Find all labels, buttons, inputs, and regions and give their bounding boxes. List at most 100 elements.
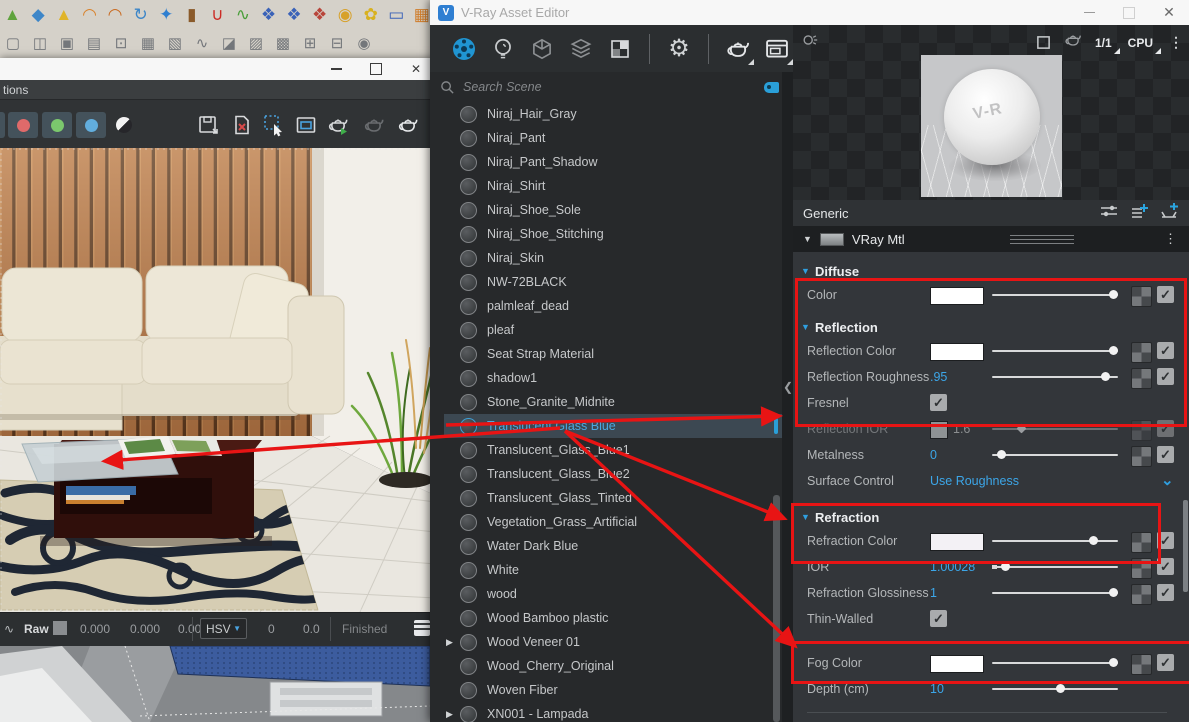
- slider[interactable]: [992, 376, 1118, 378]
- geometry-tab-button[interactable]: [528, 35, 556, 63]
- copy-rotate-tool-icon[interactable]: ❖: [286, 6, 303, 23]
- window-tool3-icon[interactable]: ▣: [58, 36, 76, 51]
- filter-toggle-icon[interactable]: [764, 82, 779, 93]
- star-tool-icon[interactable]: ✦: [158, 6, 175, 23]
- material-list-item[interactable]: Water Dark Blue: [444, 534, 782, 558]
- param-value[interactable]: .95: [930, 370, 947, 384]
- slider-handle[interactable]: [1109, 658, 1118, 667]
- vfb-render-interactive-button[interactable]: [326, 113, 350, 137]
- material-list-item[interactable]: Wood Bamboo plastic: [444, 606, 782, 630]
- window-tool4-icon[interactable]: ▤: [85, 36, 103, 51]
- drag-grip-icon[interactable]: [1010, 235, 1074, 244]
- material-list-item[interactable]: Wood_Cherry_Original: [444, 654, 782, 678]
- layers-tab-button[interactable]: [567, 35, 595, 63]
- color-curve-icon[interactable]: ∿: [4, 622, 14, 636]
- vfb-red-channel-button[interactable]: [8, 112, 38, 138]
- grid-minus-icon[interactable]: ⊟: [328, 36, 346, 51]
- enable-checkbox[interactable]: ✓: [1157, 286, 1174, 303]
- preview-size-icon[interactable]: [1036, 35, 1051, 50]
- add-layer-icon[interactable]: [1129, 202, 1149, 225]
- enable-checkbox[interactable]: ✓: [1157, 446, 1174, 463]
- vfb-maximize-button[interactable]: [356, 58, 396, 80]
- material-list-scrollbar[interactable]: [773, 495, 780, 722]
- material-list-item[interactable]: ▶XN001 - Lampada: [444, 702, 782, 722]
- param-value[interactable]: 1.00028: [930, 560, 975, 574]
- slider-handle[interactable]: [1089, 536, 1098, 545]
- section-header-refraction[interactable]: ▼Refraction: [793, 506, 1189, 528]
- slider[interactable]: [992, 566, 1118, 568]
- texture-map-button[interactable]: [1131, 368, 1152, 389]
- render-options-arrow[interactable]: [748, 59, 754, 65]
- render-button[interactable]: [724, 35, 752, 63]
- slider-handle[interactable]: [1101, 372, 1110, 381]
- vfb-channel-partial-button[interactable]: [0, 112, 5, 138]
- vfb-tab-label[interactable]: tions: [3, 83, 28, 97]
- texture-map-button[interactable]: [1131, 286, 1152, 307]
- grid-tool-icon[interactable]: ▦: [414, 6, 431, 23]
- slider-handle[interactable]: [997, 450, 1006, 459]
- param-value[interactable]: 1.6: [953, 422, 970, 436]
- param-value[interactable]: 10: [930, 682, 944, 696]
- robot-tool-icon[interactable]: ▦: [139, 36, 157, 51]
- stats-panel-icon[interactable]: [414, 620, 430, 636]
- preview-render-teapot-icon[interactable]: [1063, 30, 1083, 55]
- material-list-item[interactable]: Niraj_Shirt: [444, 174, 782, 198]
- vfb-green-channel-button[interactable]: [42, 112, 72, 138]
- material-list-item[interactable]: Translucent_Glass_Blue2: [444, 462, 782, 486]
- material-list-item[interactable]: Niraj_Shoe_Sole: [444, 198, 782, 222]
- texture-map-button[interactable]: [1131, 532, 1152, 553]
- slider[interactable]: [992, 454, 1118, 456]
- drop-tool-icon[interactable]: ◆: [30, 6, 47, 23]
- checkbox[interactable]: ✓: [930, 394, 947, 411]
- ribbon-tool-icon[interactable]: ∿: [235, 6, 252, 23]
- wireframe-tool-icon[interactable]: ▭: [388, 6, 405, 23]
- material-list-item[interactable]: NW-72BLACK: [444, 270, 782, 294]
- lights-tab-button[interactable]: [489, 35, 517, 63]
- texture-map-button[interactable]: [1131, 558, 1152, 579]
- textures-tab-button[interactable]: [606, 35, 634, 63]
- slider[interactable]: [992, 428, 1118, 430]
- section-collapse-icon[interactable]: ▼: [801, 322, 815, 332]
- section-collapse-icon[interactable]: ▼: [801, 512, 815, 522]
- material-list-item[interactable]: Niraj_Skin: [444, 246, 782, 270]
- texture-map-button[interactable]: [1131, 584, 1152, 605]
- material-list-item[interactable]: ▶Wood Veneer 01: [444, 630, 782, 654]
- save-material-icon[interactable]: [1159, 202, 1179, 225]
- select-value[interactable]: Use Roughness: [930, 474, 1019, 488]
- material-menu-icon[interactable]: ⋮: [1164, 231, 1177, 247]
- enable-checkbox[interactable]: ✓: [1157, 532, 1174, 549]
- material-list-item[interactable]: Woven Fiber: [444, 678, 782, 702]
- vfb-render-button[interactable]: [396, 113, 420, 137]
- color-swatch[interactable]: [930, 343, 984, 361]
- slider-handle[interactable]: [1056, 684, 1065, 693]
- vfb-render-last-button[interactable]: [362, 113, 386, 137]
- curve-tool-icon[interactable]: ↻: [132, 6, 149, 23]
- vfb-show-region-button[interactable]: [294, 113, 318, 137]
- preview-mode-icon[interactable]: [801, 31, 819, 54]
- ae-minimize-button[interactable]: [1069, 2, 1109, 24]
- material-list-item[interactable]: pleaf: [444, 318, 782, 342]
- material-list-item[interactable]: Niraj_Hair_Gray: [444, 102, 782, 126]
- enable-checkbox[interactable]: ✓: [1157, 420, 1174, 437]
- section-header-diffuse[interactable]: ▼Diffuse: [793, 260, 1189, 282]
- material-list-item[interactable]: Vegetation_Grass_Artificial: [444, 510, 782, 534]
- hatch-tool-icon[interactable]: ▨: [247, 36, 265, 51]
- slider[interactable]: [992, 540, 1118, 542]
- color-swatch[interactable]: [930, 287, 984, 305]
- preview-engine-button[interactable]: CPU: [1128, 36, 1157, 50]
- slider[interactable]: [992, 294, 1118, 296]
- material-list-item[interactable]: Niraj_Pant: [444, 126, 782, 150]
- material-list-item[interactable]: Niraj_Pant_Shadow: [444, 150, 782, 174]
- material-list-item[interactable]: wood: [444, 582, 782, 606]
- search-bar[interactable]: Search Scene: [430, 72, 793, 103]
- material-list-item[interactable]: White: [444, 558, 782, 582]
- slider[interactable]: [992, 662, 1118, 664]
- prism-tool-icon[interactable]: ▲: [55, 6, 72, 23]
- material-type-row[interactable]: ▼ VRay Mtl ⋮: [793, 226, 1189, 252]
- arc-tool2-icon[interactable]: ◠: [107, 6, 124, 23]
- enable-checkbox[interactable]: ✓: [1157, 558, 1174, 575]
- vfb-region-render-button[interactable]: [262, 113, 286, 137]
- texture-map-button[interactable]: [1131, 654, 1152, 675]
- slider[interactable]: [992, 688, 1118, 690]
- vfb-alpha-channel-button[interactable]: [116, 117, 132, 133]
